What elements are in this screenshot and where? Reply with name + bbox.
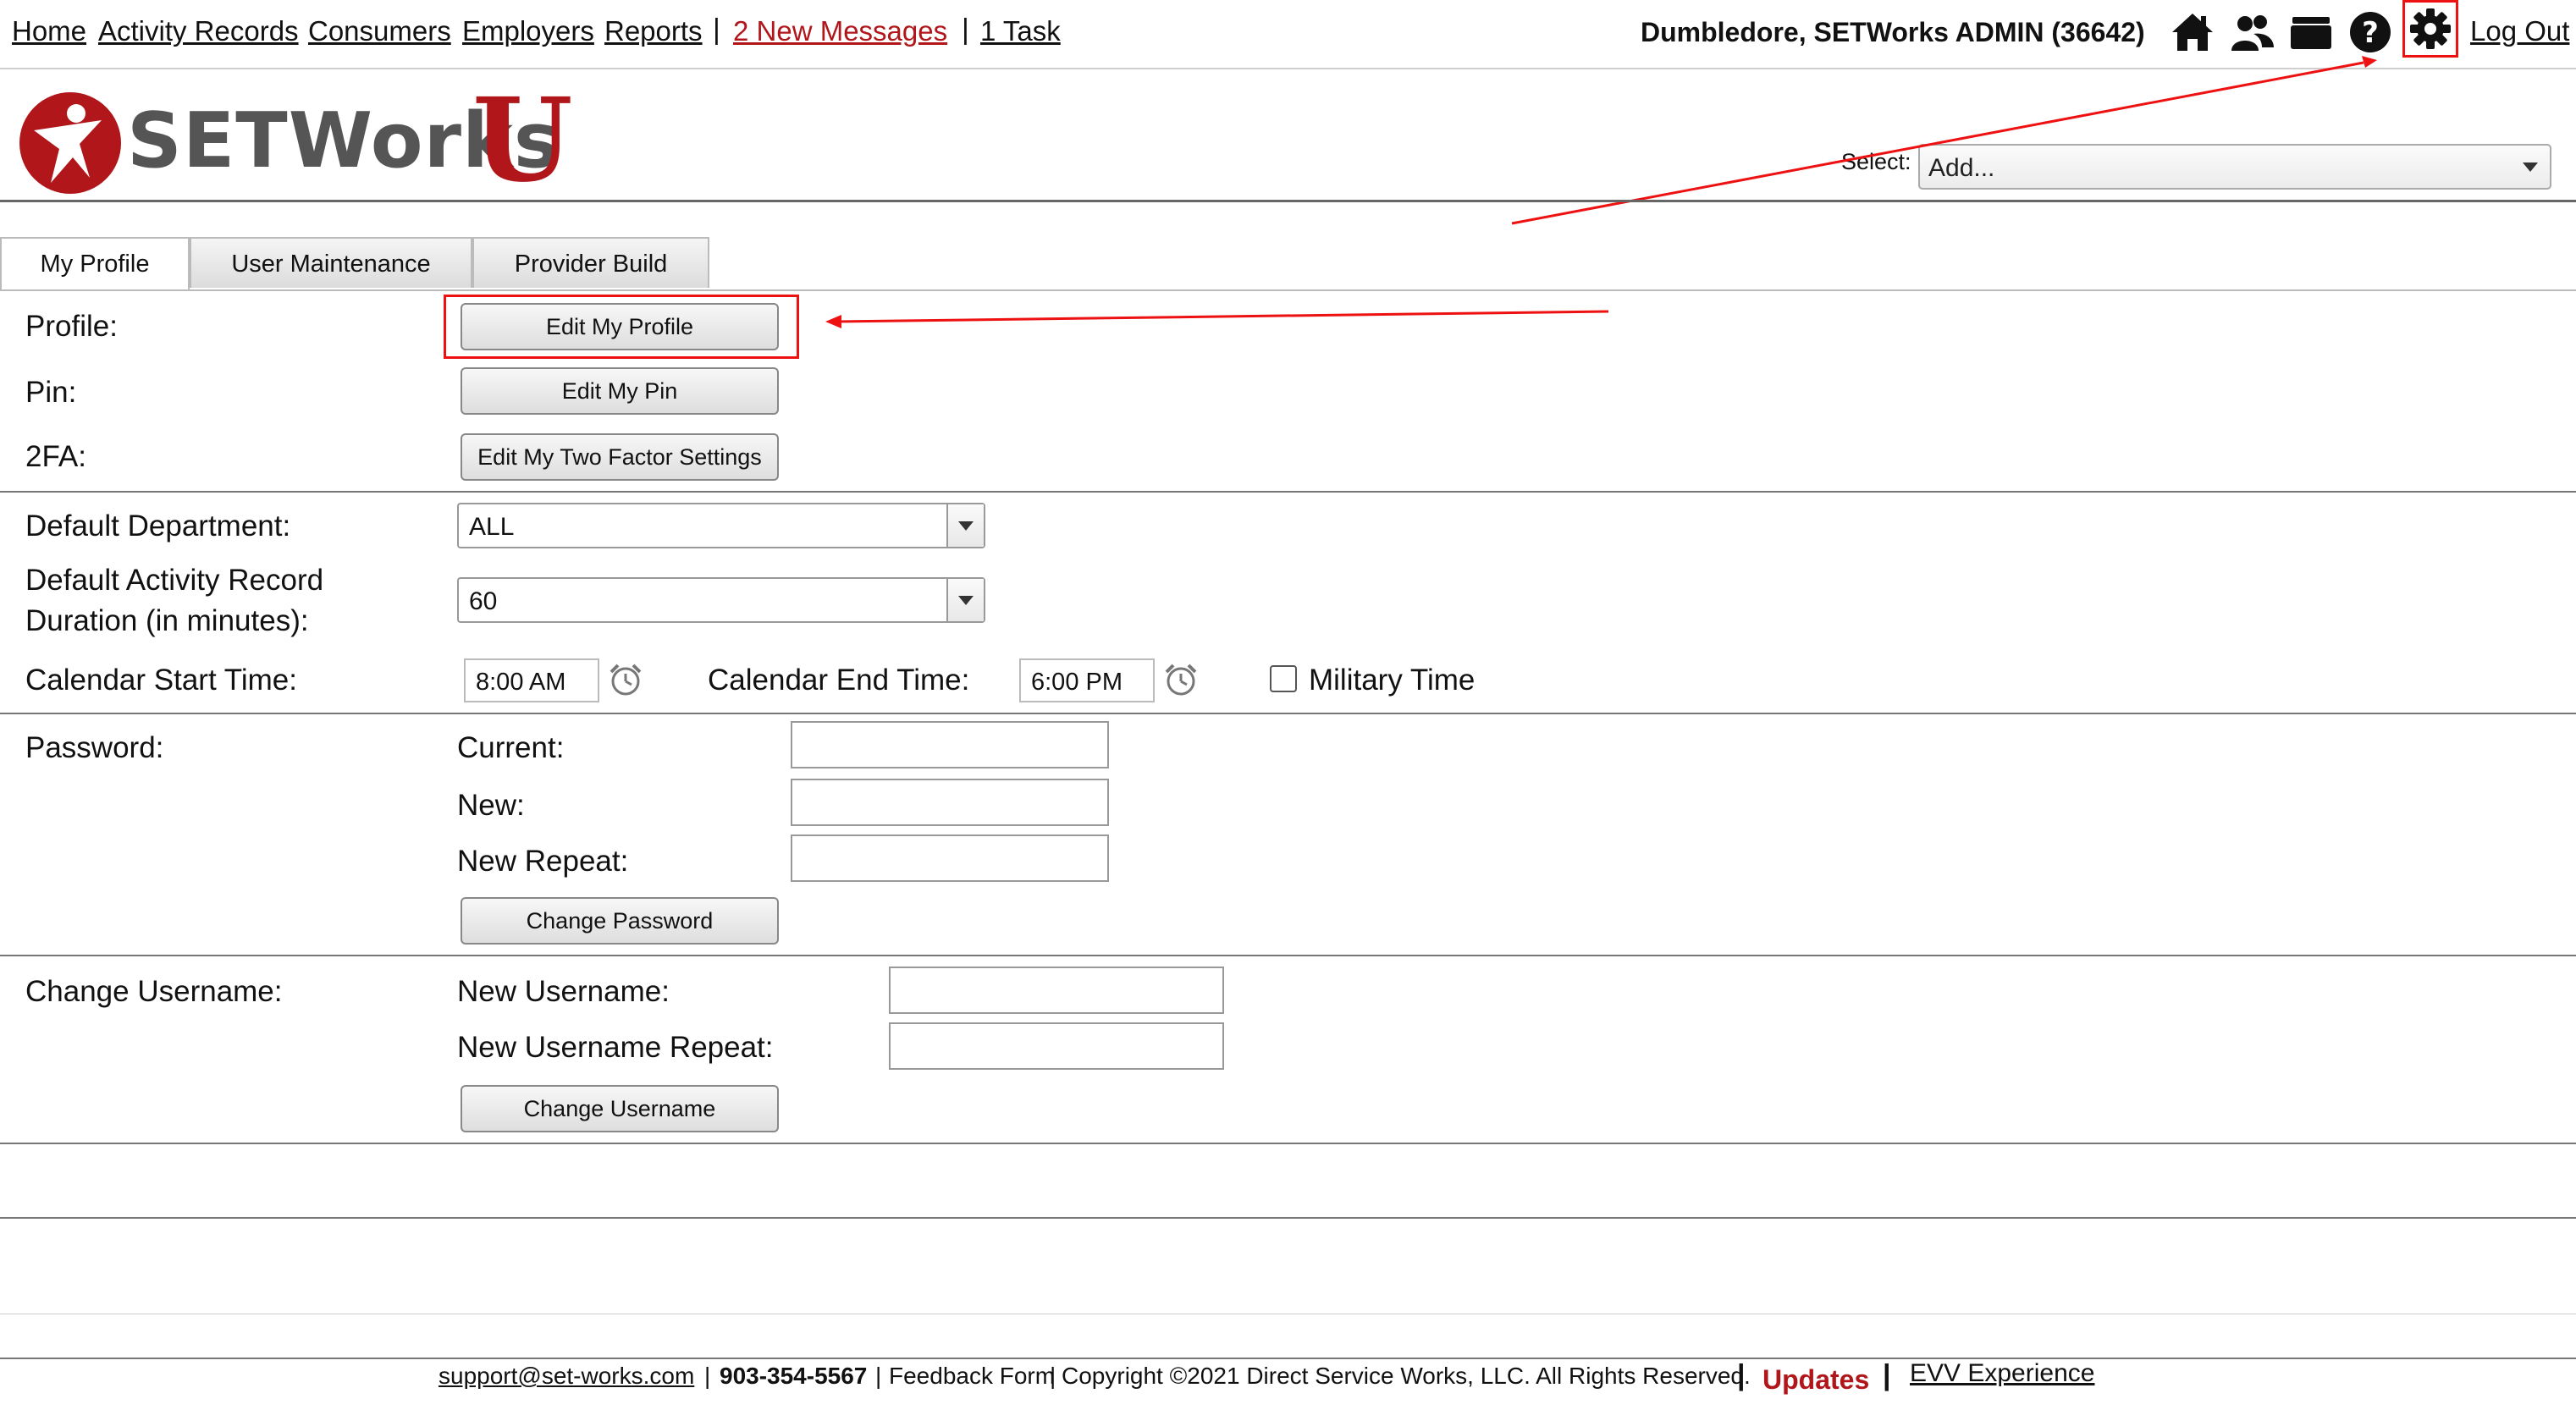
edit-twofa-button[interactable]: Edit My Two Factor Settings [461, 433, 779, 481]
new-password-label: New: [457, 789, 525, 822]
tab-divider [0, 289, 2576, 291]
chevron-down-icon [958, 521, 974, 531]
new-password-input[interactable] [791, 779, 1109, 826]
divider [0, 955, 2576, 956]
footer-separator: | [1050, 1363, 1056, 1389]
divider [0, 1143, 2576, 1144]
footer-separator: | [875, 1363, 882, 1389]
calendar-start-input[interactable]: 8:00 AM [464, 658, 599, 702]
current-password-input[interactable] [791, 721, 1109, 768]
calendar-start-label: Calendar Start Time: [25, 664, 297, 697]
divider [0, 200, 2576, 202]
duration-label-line1: Default Activity Record [25, 564, 324, 597]
chevron-down-icon [958, 596, 974, 605]
pin-label: Pin: [25, 376, 77, 409]
default-duration-select[interactable]: 60 [457, 577, 985, 623]
edit-pin-button[interactable]: Edit My Pin [461, 367, 779, 415]
default-department-select[interactable]: ALL [457, 503, 985, 548]
alarm-clock-icon[interactable] [1163, 662, 1199, 697]
updates-link[interactable]: Updates [1762, 1364, 1869, 1396]
tab-my-profile[interactable]: My Profile [0, 237, 190, 291]
change-username-label: Change Username: [25, 975, 283, 1008]
change-username-button[interactable]: Change Username [461, 1085, 779, 1132]
support-email-link[interactable]: support@set-works.com [439, 1363, 694, 1390]
repeat-username-label: New Username Repeat: [457, 1031, 774, 1064]
calendar-end-label: Calendar End Time: [708, 664, 970, 697]
footer-separator: | [1883, 1359, 1891, 1391]
repeat-password-input[interactable] [791, 834, 1109, 882]
default-duration-value: 60 [469, 587, 498, 615]
military-time-checkbox[interactable] [1270, 665, 1297, 692]
password-label: Password: [25, 731, 164, 764]
alarm-clock-icon[interactable] [608, 662, 643, 697]
annotation-arrows [825, 56, 2377, 328]
calendar-end-input[interactable]: 6:00 PM [1019, 658, 1155, 702]
new-username-input[interactable] [889, 967, 1224, 1014]
footer-separator: | [1737, 1359, 1746, 1391]
divider [0, 713, 2576, 714]
repeat-username-input[interactable] [889, 1022, 1224, 1070]
footer-separator: | [704, 1363, 711, 1389]
twofa-label: 2FA: [25, 440, 86, 473]
divider [0, 491, 2576, 493]
default-department-label: Default Department: [25, 509, 291, 543]
current-password-label: Current: [457, 731, 565, 764]
tab-provider-build[interactable]: Provider Build [472, 237, 709, 288]
change-password-button[interactable]: Change Password [461, 897, 779, 945]
evv-experience-link[interactable]: EVV Experience [1910, 1359, 2094, 1388]
military-time-label: Military Time [1309, 664, 1476, 697]
edit-profile-button[interactable]: Edit My Profile [461, 303, 779, 350]
new-username-label: New Username: [457, 975, 670, 1008]
profile-label: Profile: [25, 310, 118, 343]
support-phone: 903-354-5567 [720, 1363, 868, 1389]
divider [0, 1217, 2576, 1219]
tab-user-maintenance[interactable]: User Maintenance [190, 237, 472, 288]
copyright-text: Copyright ©2021 Direct Service Works, LL… [1062, 1363, 1751, 1389]
default-department-value: ALL [469, 513, 515, 541]
feedback-form-link[interactable]: Feedback Form [889, 1363, 1055, 1390]
repeat-password-label: New Repeat: [457, 845, 629, 878]
footer-divider [0, 1358, 2576, 1359]
duration-label-line2: Duration (in minutes): [25, 604, 309, 637]
